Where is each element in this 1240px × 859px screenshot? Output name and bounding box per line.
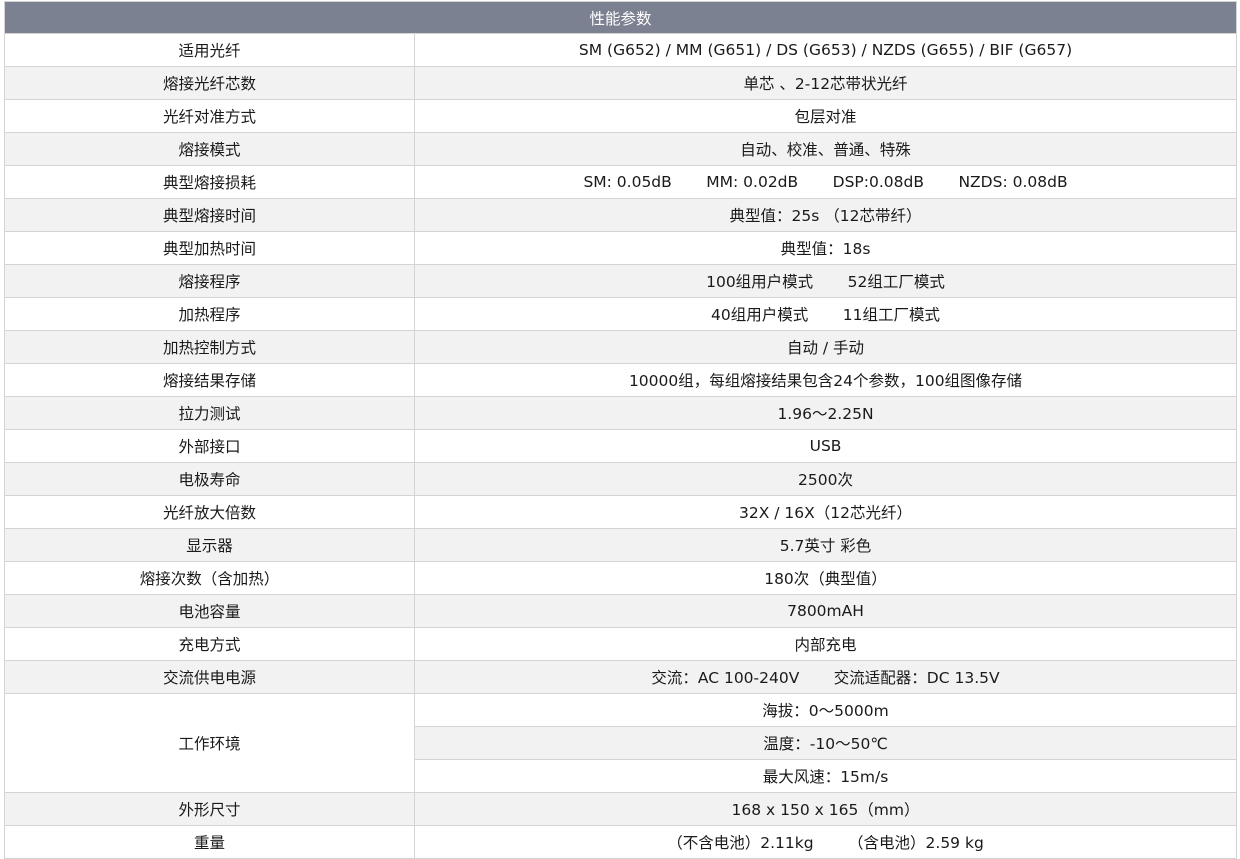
row-label: 光纤对准方式 <box>4 99 415 133</box>
table-row: 典型熔接时间 典型值：25s （12芯带纤） <box>4 198 1238 232</box>
row-label: 熔接结果存储 <box>4 363 415 397</box>
table-row: 工作环境 海拔：0～5000m <box>4 693 1238 793</box>
table-row: 熔接光纤芯数 单芯 、2-12芯带状光纤 <box>4 66 1238 100</box>
row-value: SM: 0.05dB MM: 0.02dB DSP:0.08dB NZDS: 0… <box>413 165 1238 199</box>
row-label: 熔接程序 <box>4 264 415 298</box>
row-value: 100组用户模式 52组工厂模式 <box>413 264 1238 298</box>
row-label: 熔接光纤芯数 <box>4 66 415 100</box>
row-value-wind-speed: 最大风速：15m/s <box>413 759 1238 793</box>
row-label: 典型加热时间 <box>4 231 415 265</box>
table-row: 加热控制方式 自动 / 手动 <box>4 330 1238 364</box>
row-value: 168 x 150 x 165（mm） <box>413 792 1238 826</box>
table-row: 重量 （不含电池）2.11kg （含电池）2.59 kg <box>4 825 1238 859</box>
row-label: 电极寿命 <box>4 462 415 496</box>
row-label-environment: 工作环境 <box>4 693 415 793</box>
row-value: 自动、校准、普通、特殊 <box>413 132 1238 166</box>
row-value: 典型值：18s <box>413 231 1238 265</box>
row-value: 交流：AC 100-240V 交流适配器：DC 13.5V <box>413 660 1238 694</box>
row-label: 熔接模式 <box>4 132 415 166</box>
row-label: 光纤放大倍数 <box>4 495 415 529</box>
table-row: 熔接程序 100组用户模式 52组工厂模式 <box>4 264 1238 298</box>
row-value-temperature: 温度：-10～50℃ <box>413 726 1238 760</box>
table-row: 典型熔接损耗 SM: 0.05dB MM: 0.02dB DSP:0.08dB … <box>4 165 1238 199</box>
table-row: 外部接口 USB <box>4 429 1238 463</box>
row-value: 内部充电 <box>413 627 1238 661</box>
row-label: 充电方式 <box>4 627 415 661</box>
table-row: 熔接模式 自动、校准、普通、特殊 <box>4 132 1238 166</box>
row-label: 交流供电电源 <box>4 660 415 694</box>
table-row: 适用光纤 SM (G652) / MM (G651) / DS (G653) /… <box>4 33 1238 67</box>
row-value: 40组用户模式 11组工厂模式 <box>413 297 1238 331</box>
spec-table: 性能参数 适用光纤 SM (G652) / MM (G651) / DS (G6… <box>3 1 1238 859</box>
row-label: 电池容量 <box>4 594 415 628</box>
table-row: 拉力测试 1.96～2.25N <box>4 396 1238 430</box>
row-value-altitude: 海拔：0～5000m <box>413 693 1238 727</box>
row-label: 典型熔接时间 <box>4 198 415 232</box>
row-label: 加热控制方式 <box>4 330 415 364</box>
row-value: （不含电池）2.11kg （含电池）2.59 kg <box>413 825 1238 859</box>
row-value: 自动 / 手动 <box>413 330 1238 364</box>
row-label: 加热程序 <box>4 297 415 331</box>
table-row: 显示器 5.7英寸 彩色 <box>4 528 1238 562</box>
row-label: 重量 <box>4 825 415 859</box>
table-row: 光纤对准方式 包层对准 <box>4 99 1238 133</box>
row-value: 10000组，每组熔接结果包含24个参数，100组图像存储 <box>413 363 1238 397</box>
spec-table-body: 适用光纤 SM (G652) / MM (G651) / DS (G653) /… <box>4 33 1238 859</box>
table-row: 交流供电电源 交流：AC 100-240V 交流适配器：DC 13.5V <box>4 660 1238 694</box>
row-label: 显示器 <box>4 528 415 562</box>
row-value: 5.7英寸 彩色 <box>413 528 1238 562</box>
row-value: 单芯 、2-12芯带状光纤 <box>413 66 1238 100</box>
row-label: 适用光纤 <box>4 33 415 67</box>
row-label: 典型熔接损耗 <box>4 165 415 199</box>
row-label: 外形尺寸 <box>4 792 415 826</box>
row-value: 2500次 <box>413 462 1238 496</box>
row-value: SM (G652) / MM (G651) / DS (G653) / NZDS… <box>413 33 1238 67</box>
table-row: 电极寿命 2500次 <box>4 462 1238 496</box>
table-row: 电池容量 7800mAH <box>4 594 1238 628</box>
row-value: 典型值：25s （12芯带纤） <box>413 198 1238 232</box>
table-row: 加热程序 40组用户模式 11组工厂模式 <box>4 297 1238 331</box>
table-row: 熔接结果存储 10000组，每组熔接结果包含24个参数，100组图像存储 <box>4 363 1238 397</box>
table-row: 外形尺寸 168 x 150 x 165（mm） <box>4 792 1238 826</box>
table-row: 充电方式 内部充电 <box>4 627 1238 661</box>
row-label: 拉力测试 <box>4 396 415 430</box>
table-row: 光纤放大倍数 32X / 16X（12芯光纤） <box>4 495 1238 529</box>
row-value: 1.96～2.25N <box>413 396 1238 430</box>
row-value: 7800mAH <box>413 594 1238 628</box>
table-header: 性能参数 <box>3 1 1238 34</box>
row-label: 熔接次数（含加热） <box>4 561 415 595</box>
row-value: 180次（典型值） <box>413 561 1238 595</box>
table-row: 典型加热时间 典型值：18s <box>4 231 1238 265</box>
row-value: 包层对准 <box>413 99 1238 133</box>
row-value: USB <box>413 429 1238 463</box>
row-label: 外部接口 <box>4 429 415 463</box>
table-row: 熔接次数（含加热） 180次（典型值） <box>4 561 1238 595</box>
row-value: 32X / 16X（12芯光纤） <box>413 495 1238 529</box>
